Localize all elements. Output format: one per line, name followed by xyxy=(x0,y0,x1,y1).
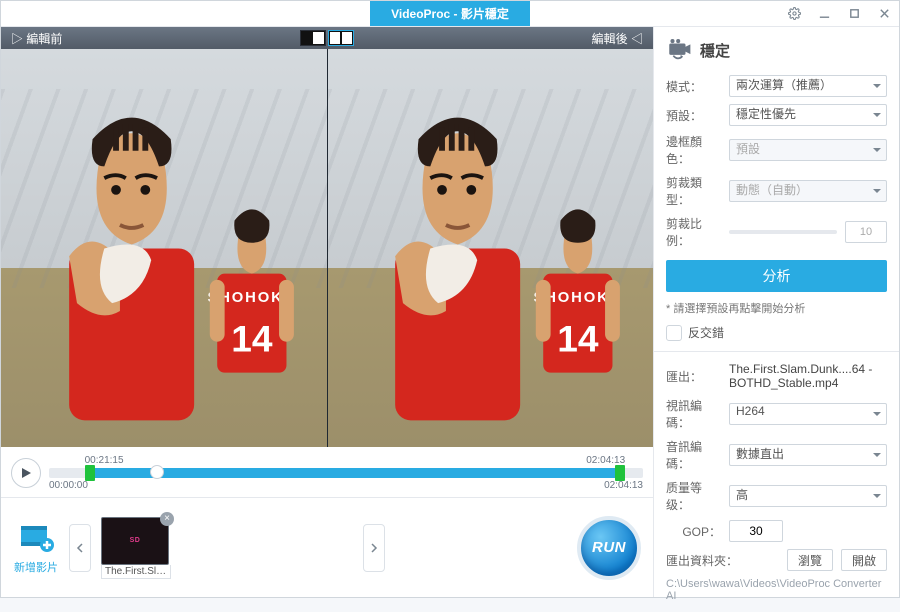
preview-header: ▷ 編輯前 編輯後 ◁ xyxy=(1,27,653,49)
view-split-toggle[interactable] xyxy=(328,30,354,46)
clip-name: The.First.Slam.D xyxy=(101,565,171,579)
preset-select[interactable]: 穩定性優先 xyxy=(729,104,887,126)
preview-area: SHOHOKU14 SHOHOKU14 xyxy=(1,49,653,447)
titlebar: VideoProc - 影片穩定 xyxy=(1,1,899,27)
view-single-toggle[interactable] xyxy=(300,30,326,46)
border-select[interactable]: 預設 xyxy=(729,139,887,161)
next-clip-button[interactable] xyxy=(363,524,385,572)
after-label: 編輯後 ◁ xyxy=(592,30,643,47)
preview-before: SHOHOKU14 xyxy=(1,49,327,447)
gop-input[interactable] xyxy=(729,520,783,542)
output-panel: 匯出： The.First.Slam.Dunk....64 -BOTHD_Stab… xyxy=(654,351,899,612)
quality-select[interactable]: 高 xyxy=(729,485,887,507)
folder-path: C:\Users\wawa\Videos\VideoProc Converter… xyxy=(666,578,887,602)
analyze-button[interactable]: 分析 xyxy=(666,260,887,292)
settings-icon[interactable] xyxy=(779,1,809,26)
preset-label: 預設： xyxy=(666,107,721,124)
panel-heading: 穩定 xyxy=(666,37,887,63)
playhead[interactable] xyxy=(150,465,164,479)
browse-button[interactable]: 瀏覽 xyxy=(787,549,833,571)
in-handle[interactable] xyxy=(85,465,95,481)
timeline: 00:21:1502:04:13 00:00:0002:04:13 xyxy=(1,447,653,497)
analyze-hint: * 請選擇預設再點擊開始分析 xyxy=(666,300,887,316)
mode-select[interactable]: 兩次運算（推薦） xyxy=(729,75,887,97)
croptype-label: 剪裁類型： xyxy=(666,174,721,208)
run-button[interactable]: RUN xyxy=(577,516,641,580)
clip-thumbnail[interactable]: SD× The.First.Slam.D xyxy=(101,517,171,579)
before-label: ▷ 編輯前 xyxy=(11,30,62,47)
cropratio-label: 剪裁比例： xyxy=(666,215,721,249)
add-video-button[interactable]: 新增影片 xyxy=(13,520,59,575)
quality-label: 质量等级： xyxy=(666,479,721,513)
acodec-select[interactable]: 數據直出 xyxy=(729,444,887,466)
close-button[interactable] xyxy=(869,1,899,26)
app-title: VideoProc - 影片穩定 xyxy=(370,1,530,26)
acodec-label: 音訊編碼： xyxy=(666,438,721,472)
gop-label: GOP： xyxy=(666,523,721,540)
preview-after: SHOHOKU14 xyxy=(327,49,654,447)
open-button[interactable]: 開啟 xyxy=(841,549,887,571)
vcodec-label: 視訊編碼： xyxy=(666,397,721,431)
play-button[interactable] xyxy=(11,458,41,488)
deinterlace-label: 反交錯 xyxy=(688,324,724,341)
outfile-name: The.First.Slam.Dunk....64 -BOTHD_Stable.… xyxy=(729,362,887,390)
outfile-label: 匯出： xyxy=(666,368,721,385)
stabilize-icon xyxy=(666,37,692,63)
folder-label: 匯出資料夾： xyxy=(666,552,738,569)
timeline-track[interactable] xyxy=(49,468,643,478)
vcodec-select[interactable]: H264 xyxy=(729,403,887,425)
mode-label: 模式： xyxy=(666,78,721,95)
minimize-button[interactable] xyxy=(809,1,839,26)
deinterlace-checkbox[interactable] xyxy=(666,325,682,341)
border-label: 邊框顏色： xyxy=(666,133,721,167)
maximize-button[interactable] xyxy=(839,1,869,26)
cropratio-slider[interactable] xyxy=(729,230,837,234)
croptype-select[interactable]: 動態（自動） xyxy=(729,180,887,202)
prev-clip-button[interactable] xyxy=(69,524,91,572)
svg-text:14: 14 xyxy=(231,317,273,359)
svg-text:14: 14 xyxy=(557,317,599,359)
remove-clip-icon[interactable]: × xyxy=(160,512,174,526)
clip-bar: 新增影片 SD× The.First.Slam.D RUN xyxy=(1,497,653,597)
add-video-label: 新增影片 xyxy=(13,559,59,575)
end-time: 02:04:13 xyxy=(604,480,643,491)
start-time: 00:00:00 xyxy=(49,480,88,491)
cropratio-value: 10 xyxy=(845,221,887,243)
stabilize-panel: 穩定 模式： 兩次運算（推薦） 預設： 穩定性優先 邊框顏色： 預設 剪裁類型： 動態（… xyxy=(654,27,899,351)
out-handle[interactable] xyxy=(615,465,625,481)
